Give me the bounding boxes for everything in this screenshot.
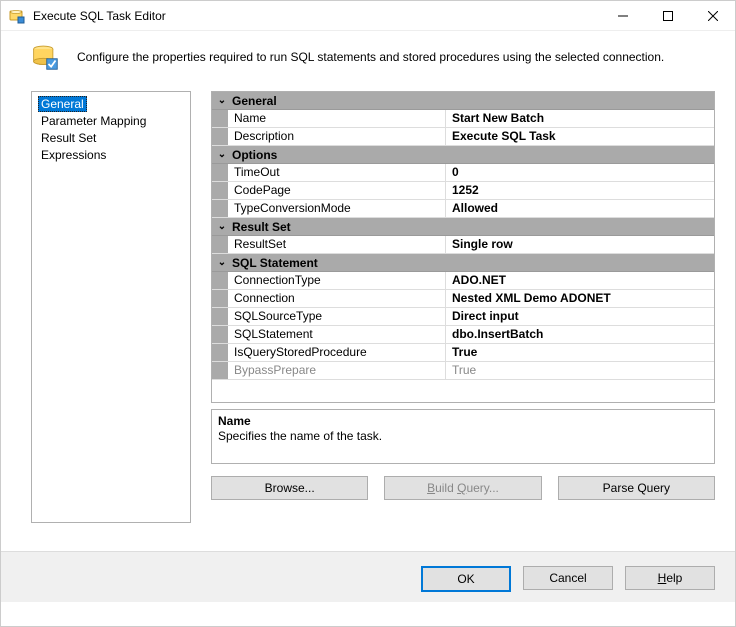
row-gutter xyxy=(212,200,228,217)
property-row[interactable]: Name Start New Batch xyxy=(212,110,714,128)
footer-bar: OK Cancel Help xyxy=(1,551,735,602)
row-gutter xyxy=(212,344,228,361)
row-gutter xyxy=(212,110,228,127)
row-gutter xyxy=(212,308,228,325)
property-value[interactable]: ADO.NET xyxy=(446,272,714,289)
section-header-result-set[interactable]: ⌄ Result Set xyxy=(212,218,714,236)
property-value[interactable]: True xyxy=(446,344,714,361)
property-value: True xyxy=(446,362,714,379)
header-strip: Configure the properties required to run… xyxy=(1,31,735,91)
property-row[interactable]: IsQueryStoredProcedure True xyxy=(212,344,714,362)
section-header-sql-statement[interactable]: ⌄ SQL Statement xyxy=(212,254,714,272)
property-row[interactable]: Connection Nested XML Demo ADONET xyxy=(212,290,714,308)
section-title: Options xyxy=(232,148,277,162)
property-value[interactable]: Nested XML Demo ADONET xyxy=(446,290,714,307)
maximize-button[interactable] xyxy=(645,1,690,31)
row-gutter xyxy=(212,362,228,379)
minimize-button[interactable] xyxy=(600,1,645,31)
property-row: BypassPrepare True xyxy=(212,362,714,380)
nav-pane: General Parameter Mapping Result Set Exp… xyxy=(31,91,191,523)
help-title: Name xyxy=(218,414,708,428)
parse-query-button[interactable]: Parse Query xyxy=(558,476,715,500)
property-value[interactable]: Allowed xyxy=(446,200,714,217)
property-row[interactable]: Description Execute SQL Task xyxy=(212,128,714,146)
property-value[interactable]: Direct input xyxy=(446,308,714,325)
app-icon xyxy=(9,8,25,24)
row-gutter xyxy=(212,272,228,289)
row-gutter xyxy=(212,236,228,253)
section-title: SQL Statement xyxy=(232,256,318,270)
nav-item-expressions[interactable]: Expressions xyxy=(38,147,109,163)
property-label: ConnectionType xyxy=(228,272,446,289)
property-label: Description xyxy=(228,128,446,145)
property-row[interactable]: SQLSourceType Direct input xyxy=(212,308,714,326)
property-label: SQLSourceType xyxy=(228,308,446,325)
titlebar: Execute SQL Task Editor xyxy=(1,1,735,31)
nav-item-general[interactable]: General xyxy=(38,96,87,112)
property-label: Connection xyxy=(228,290,446,307)
right-column: ⌄ General Name Start New Batch Descripti… xyxy=(211,91,715,523)
property-value[interactable]: dbo.InsertBatch xyxy=(446,326,714,343)
property-label: BypassPrepare xyxy=(228,362,446,379)
property-value[interactable]: Single row xyxy=(446,236,714,253)
property-label: CodePage xyxy=(228,182,446,199)
ok-button[interactable]: OK xyxy=(421,566,511,592)
property-row[interactable]: ConnectionType ADO.NET xyxy=(212,272,714,290)
property-label: TypeConversionMode xyxy=(228,200,446,217)
window-title: Execute SQL Task Editor xyxy=(33,9,600,23)
cancel-button[interactable]: Cancel xyxy=(523,566,613,590)
nav-item-parameter-mapping[interactable]: Parameter Mapping xyxy=(38,113,149,129)
row-gutter xyxy=(212,290,228,307)
row-gutter xyxy=(212,164,228,181)
sql-task-icon xyxy=(31,43,59,71)
chevron-down-icon: ⌄ xyxy=(216,95,228,106)
nav-item-result-set[interactable]: Result Set xyxy=(38,130,99,146)
property-value[interactable]: 0 xyxy=(446,164,714,181)
property-row[interactable]: CodePage 1252 xyxy=(212,182,714,200)
chevron-down-icon: ⌄ xyxy=(216,221,228,232)
section-title: Result Set xyxy=(232,220,291,234)
section-header-general[interactable]: ⌄ General xyxy=(212,92,714,110)
property-row[interactable]: TypeConversionMode Allowed xyxy=(212,200,714,218)
property-label: ResultSet xyxy=(228,236,446,253)
chevron-down-icon: ⌄ xyxy=(216,257,228,268)
close-button[interactable] xyxy=(690,1,735,31)
row-gutter xyxy=(212,182,228,199)
header-description: Configure the properties required to run… xyxy=(77,50,664,64)
property-label: IsQueryStoredProcedure xyxy=(228,344,446,361)
property-grid: ⌄ General Name Start New Batch Descripti… xyxy=(211,91,715,403)
property-value[interactable]: Start New Batch xyxy=(446,110,714,127)
action-row: Browse... Build Query... Parse Query xyxy=(211,476,715,500)
browse-button[interactable]: Browse... xyxy=(211,476,368,500)
section-header-options[interactable]: ⌄ Options xyxy=(212,146,714,164)
chevron-down-icon: ⌄ xyxy=(216,149,228,160)
property-value[interactable]: 1252 xyxy=(446,182,714,199)
property-row[interactable]: SQLStatement dbo.InsertBatch xyxy=(212,326,714,344)
property-label: Name xyxy=(228,110,446,127)
property-help-panel: Name Specifies the name of the task. xyxy=(211,409,715,464)
property-label: SQLStatement xyxy=(228,326,446,343)
section-title: General xyxy=(232,94,277,108)
help-button[interactable]: Help xyxy=(625,566,715,590)
main-area: General Parameter Mapping Result Set Exp… xyxy=(1,91,735,533)
row-gutter xyxy=(212,326,228,343)
help-text: Specifies the name of the task. xyxy=(218,429,708,443)
property-row[interactable]: TimeOut 0 xyxy=(212,164,714,182)
property-row[interactable]: ResultSet Single row xyxy=(212,236,714,254)
build-query-button: Build Query... xyxy=(384,476,541,500)
row-gutter xyxy=(212,128,228,145)
property-value[interactable]: Execute SQL Task xyxy=(446,128,714,145)
property-label: TimeOut xyxy=(228,164,446,181)
